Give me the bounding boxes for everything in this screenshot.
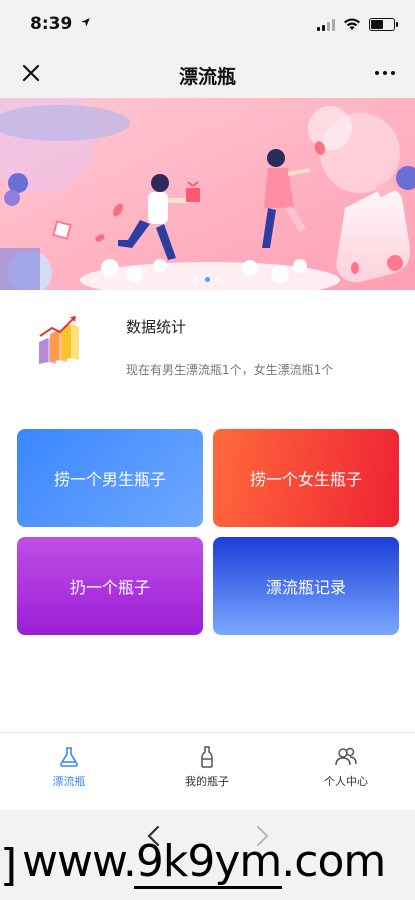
bottle-records-label: 漂流瓶记录 — [265, 578, 346, 597]
app-frame: 8:39 漂流瓶 数据统计 现在有男生漂流瓶1个，女生漂流瓶1个 捞一个男生瓶子… — [0, 0, 415, 900]
tab-label: 漂流瓶 — [52, 775, 86, 788]
carousel-dot[interactable] — [194, 277, 199, 282]
banner-carousel[interactable] — [0, 98, 415, 290]
user-group-icon — [335, 747, 357, 766]
bottom-tab-bar: 漂流瓶 我的瓶子 个人中心 — [0, 732, 415, 811]
wifi-icon — [344, 18, 360, 30]
battery-level — [371, 20, 383, 29]
catch-male-bottle-label: 捞一个男生瓶子 — [53, 470, 166, 489]
carousel-dot[interactable] — [216, 277, 221, 282]
tab-label: 个人中心 — [324, 775, 368, 788]
title-bar: 漂流瓶 — [0, 50, 415, 98]
watermark-bracket: ] — [0, 840, 18, 891]
banner-illustration — [0, 98, 415, 290]
carousel-indicators — [0, 277, 415, 282]
throw-bottle-button[interactable]: 扔一个瓶子 — [17, 537, 203, 635]
battery-icon — [369, 18, 398, 31]
cellular-signal-icon — [317, 18, 335, 31]
stats-description: 现在有男生漂流瓶1个，女生漂流瓶1个 — [126, 363, 334, 377]
page-title: 漂流瓶 — [178, 66, 236, 88]
tab-label: 我的瓶子 — [185, 775, 229, 788]
catch-female-bottle-button[interactable]: 捞一个女生瓶子 — [213, 429, 399, 527]
stats-section: 数据统计 现在有男生漂流瓶1个，女生漂流瓶1个 — [0, 290, 415, 400]
watermark: ] www.9k9ym.com — [0, 836, 415, 896]
throw-bottle-label: 扔一个瓶子 — [69, 578, 150, 597]
location-arrow-icon — [81, 18, 91, 27]
status-time-text: 8:39 — [30, 14, 73, 34]
catch-female-bottle-label: 捞一个女生瓶子 — [249, 470, 362, 489]
stats-title: 数据统计 — [126, 318, 187, 336]
status-bar: 8:39 — [0, 0, 415, 50]
watermark-text: www.9k9ym.com — [22, 836, 386, 887]
tab-personal-center[interactable]: 个人中心 — [296, 745, 396, 789]
bottle-icon — [201, 746, 213, 768]
catch-male-bottle-button[interactable]: 捞一个男生瓶子 — [17, 429, 203, 527]
status-indicators — [317, 18, 398, 31]
status-time: 8:39 — [30, 14, 91, 34]
bottle-records-button[interactable]: 漂流瓶记录 — [213, 537, 399, 635]
flask-icon — [60, 747, 78, 767]
bar-chart-icon — [39, 316, 79, 364]
carousel-dot-active[interactable] — [205, 277, 210, 282]
more-options-icon[interactable] — [371, 60, 399, 86]
tab-drift-bottle[interactable]: 漂流瓶 — [19, 745, 119, 789]
watermark-underline — [134, 886, 282, 889]
tab-my-bottles[interactable]: 我的瓶子 — [157, 745, 257, 789]
